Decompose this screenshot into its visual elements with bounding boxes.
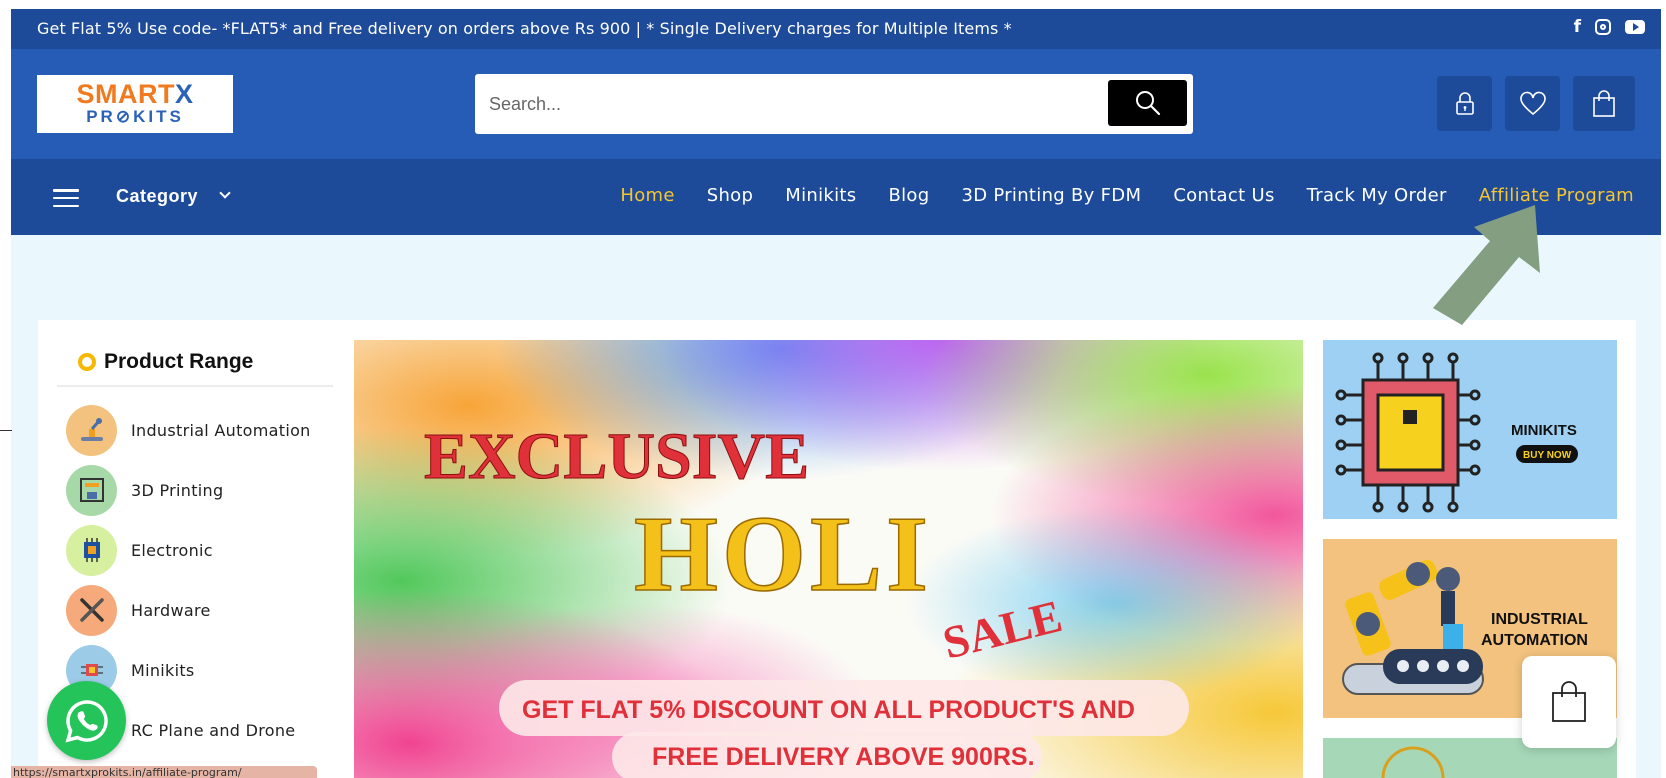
chevron-down-icon[interactable] — [219, 187, 231, 199]
nav-home[interactable]: Home — [620, 185, 674, 206]
robot-arm-icon — [66, 404, 117, 456]
industrial-card-line1: INDUSTRIAL — [1491, 611, 1588, 628]
category-industrial-automation[interactable]: Industrial Automation — [66, 404, 336, 456]
circle-bullet-icon — [78, 353, 96, 371]
minikits-card-title: MINIKITS — [1511, 422, 1577, 439]
category-label: RC Plane and Drone — [131, 720, 296, 740]
minikits-promo-card[interactable]: MINIKITS BUY NOW — [1323, 340, 1617, 519]
microchip-icon — [66, 524, 117, 576]
search-button[interactable] — [1108, 80, 1187, 126]
lock-icon — [1455, 91, 1474, 115]
banner-word-exclusive: EXCLUSIVE — [424, 420, 809, 493]
youtube-icon[interactable] — [1625, 20, 1645, 34]
industrial-card-line2: AUTOMATION — [1481, 632, 1588, 649]
shopping-bag-icon — [1552, 681, 1586, 722]
divider — [57, 385, 333, 387]
logo-wordmark: SMARTX — [76, 79, 194, 109]
holi-sale-banner: EXCLUSIVE HOLI SALE GET FLAT 5% DISCOUNT… — [354, 340, 1303, 778]
divider — [0, 430, 12, 431]
category-label: Hardware — [131, 600, 211, 620]
3d-printer-icon — [66, 464, 117, 516]
annotation-arrow-icon — [1433, 205, 1540, 325]
social-links: f — [1574, 17, 1645, 37]
cart-button[interactable] — [1573, 76, 1635, 131]
nav-minikits[interactable]: Minikits — [785, 185, 856, 206]
banner-delivery-line: FREE DELIVERY ABOVE 900RS. — [652, 743, 1035, 771]
heart-icon — [1519, 91, 1546, 115]
shopping-bag-icon — [1593, 89, 1615, 117]
nav-3d-printing[interactable]: 3D Printing By FDM — [961, 185, 1141, 206]
banner-discount-line: GET FLAT 5% DISCOUNT ON ALL PRODUCT'S AN… — [522, 696, 1135, 724]
category-3d-printing[interactable]: 3D Printing — [66, 464, 336, 516]
product-range-title: Product Range — [104, 350, 254, 373]
category-electronic[interactable]: Electronic — [66, 524, 336, 576]
nav-affiliate-program[interactable]: Affiliate Program — [1479, 185, 1634, 206]
hamburger-menu-icon[interactable] — [53, 189, 79, 207]
whatsapp-icon — [65, 699, 108, 742]
logo-subtitle: PR⊘KITS — [86, 107, 184, 126]
instagram-icon[interactable] — [1595, 19, 1611, 35]
nav-contact-us[interactable]: Contact Us — [1173, 185, 1274, 206]
account-button[interactable] — [1437, 76, 1492, 131]
nav-track-order[interactable]: Track My Order — [1307, 185, 1447, 206]
category-dropdown[interactable]: Category — [116, 186, 198, 207]
main-nav: Category Home Shop Minikits Blog 3D Prin… — [11, 159, 1661, 235]
category-label: Industrial Automation — [131, 420, 311, 440]
nav-menu: Home Shop Minikits Blog 3D Printing By F… — [620, 185, 1634, 206]
category-hardware[interactable]: Hardware — [66, 584, 336, 636]
minikits-card-art: MINIKITS BUY NOW — [1335, 352, 1578, 513]
whatsapp-chat-button[interactable] — [47, 681, 126, 760]
nav-shop[interactable]: Shop — [707, 185, 753, 206]
search-icon — [1135, 91, 1160, 116]
search-input[interactable] — [489, 84, 1079, 124]
minikits-buy-now-label: BUY NOW — [1523, 450, 1572, 461]
site-logo[interactable]: SMARTX PR⊘KITS — [37, 75, 233, 133]
search-bar — [475, 74, 1193, 134]
facebook-icon[interactable]: f — [1574, 17, 1581, 37]
product-range-heading: Product Range — [78, 350, 253, 374]
nav-blog[interactable]: Blog — [888, 185, 929, 206]
category-label: 3D Printing — [131, 480, 224, 500]
announcement-bar: Get Flat 5% Use code- *FLAT5* and Free d… — [11, 9, 1661, 49]
page: Get Flat 5% Use code- *FLAT5* and Free d… — [0, 0, 1666, 778]
category-label: Electronic — [131, 540, 213, 560]
floating-cart-button[interactable] — [1522, 656, 1616, 748]
hero-banner[interactable]: EXCLUSIVE HOLI SALE GET FLAT 5% DISCOUNT… — [354, 340, 1303, 778]
wishlist-button[interactable] — [1505, 76, 1560, 131]
category-label: Minikits — [131, 660, 195, 680]
tools-icon — [66, 584, 117, 636]
promo-text: Get Flat 5% Use code- *FLAT5* and Free d… — [37, 19, 1012, 38]
status-bar-url: https://smartxprokits.in/affiliate-progr… — [11, 766, 317, 778]
banner-word-holi: HOLI — [634, 495, 932, 614]
site-header: SMARTX PR⊘KITS — [11, 49, 1661, 159]
